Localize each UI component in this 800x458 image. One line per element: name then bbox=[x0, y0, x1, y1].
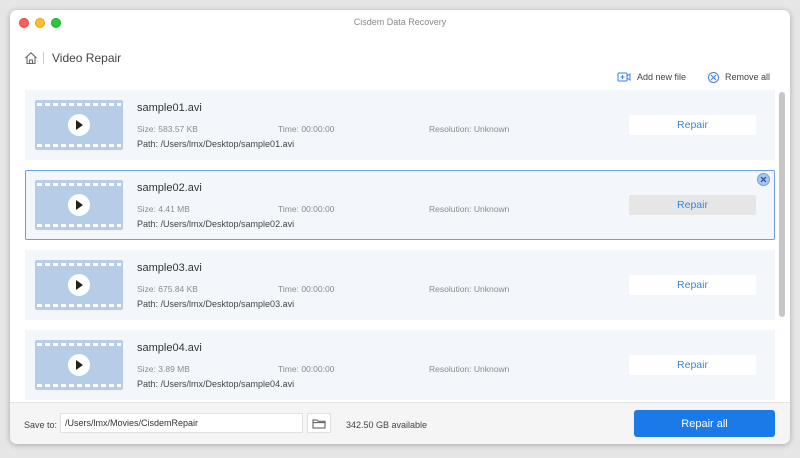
repair-button[interactable]: Repair bbox=[629, 275, 756, 295]
file-size: Size: 3.89 MB bbox=[137, 364, 190, 374]
file-time: Time: 00:00:00 bbox=[278, 284, 335, 294]
file-item-selected[interactable]: sample02.avi Size: 4.41 MB Time: 00:00:0… bbox=[25, 170, 775, 240]
video-thumbnail bbox=[35, 340, 123, 390]
file-size: Size: 583.57 KB bbox=[137, 124, 198, 134]
save-to-label: Save to: bbox=[24, 420, 58, 430]
video-thumbnail bbox=[35, 180, 123, 230]
file-list: sample01.avi Size: 583.57 KB Time: 00:00… bbox=[25, 90, 775, 400]
save-path-input[interactable] bbox=[60, 413, 303, 433]
remove-all-button[interactable]: Remove all bbox=[708, 70, 770, 84]
repair-button[interactable]: Repair bbox=[629, 195, 756, 215]
file-resolution: Resolution: Unknown bbox=[429, 284, 510, 294]
file-path: Path: /Users/lmx/Desktop/sample04.avi bbox=[137, 379, 295, 389]
file-path: Path: /Users/lmx/Desktop/sample03.avi bbox=[137, 299, 295, 309]
file-size: Size: 4.41 MB bbox=[137, 204, 190, 214]
remove-file-icon[interactable] bbox=[757, 173, 770, 186]
app-window: Cisdem Data Recovery Video Repair Add ne… bbox=[10, 10, 790, 444]
file-time: Time: 00:00:00 bbox=[278, 364, 335, 374]
file-item[interactable]: sample04.avi Size: 3.89 MB Time: 00:00:0… bbox=[25, 330, 775, 400]
file-name: sample03.avi bbox=[137, 262, 202, 274]
browse-folder-button[interactable] bbox=[307, 413, 331, 433]
file-size: Size: 675.84 KB bbox=[137, 284, 198, 294]
video-thumbnail bbox=[35, 100, 123, 150]
file-resolution: Resolution: Unknown bbox=[429, 204, 510, 214]
repair-button[interactable]: Repair bbox=[629, 115, 756, 135]
breadcrumb-separator bbox=[43, 52, 44, 64]
file-name: sample01.avi bbox=[137, 102, 202, 114]
file-path: Path: /Users/lmx/Desktop/sample01.avi bbox=[137, 139, 295, 149]
file-item[interactable]: sample01.avi Size: 583.57 KB Time: 00:00… bbox=[25, 90, 775, 160]
video-thumbnail bbox=[35, 260, 123, 310]
add-video-icon bbox=[617, 72, 631, 82]
available-space: 342.50 GB available bbox=[346, 420, 428, 430]
file-name: sample04.avi bbox=[137, 342, 202, 354]
home-icon[interactable] bbox=[23, 50, 39, 66]
file-path: Path: /Users/lmx/Desktop/sample02.avi bbox=[137, 219, 295, 229]
file-resolution: Resolution: Unknown bbox=[429, 364, 510, 374]
add-new-file-button[interactable]: Add new file bbox=[617, 70, 686, 84]
folder-icon bbox=[312, 419, 326, 428]
close-circle-icon bbox=[708, 71, 719, 83]
file-time: Time: 00:00:00 bbox=[278, 204, 335, 214]
file-resolution: Resolution: Unknown bbox=[429, 124, 510, 134]
add-new-file-label: Add new file bbox=[637, 72, 687, 82]
file-item[interactable]: sample03.avi Size: 675.84 KB Time: 00:00… bbox=[25, 250, 775, 320]
file-time: Time: 00:00:00 bbox=[278, 124, 335, 134]
play-icon[interactable] bbox=[68, 194, 90, 216]
play-icon[interactable] bbox=[68, 114, 90, 136]
scrollbar[interactable] bbox=[779, 92, 785, 317]
file-name: sample02.avi bbox=[137, 182, 202, 194]
repair-button[interactable]: Repair bbox=[629, 355, 756, 375]
play-icon[interactable] bbox=[68, 274, 90, 296]
bottom-bar: Save to: 342.50 GB available Repair all bbox=[10, 402, 790, 444]
remove-all-label: Remove all bbox=[725, 72, 771, 82]
play-icon[interactable] bbox=[68, 354, 90, 376]
window-title: Cisdem Data Recovery bbox=[353, 17, 447, 27]
repair-all-button[interactable]: Repair all bbox=[634, 410, 775, 437]
page-title: Video Repair bbox=[52, 51, 122, 65]
title-bar: Cisdem Data Recovery bbox=[10, 10, 790, 36]
